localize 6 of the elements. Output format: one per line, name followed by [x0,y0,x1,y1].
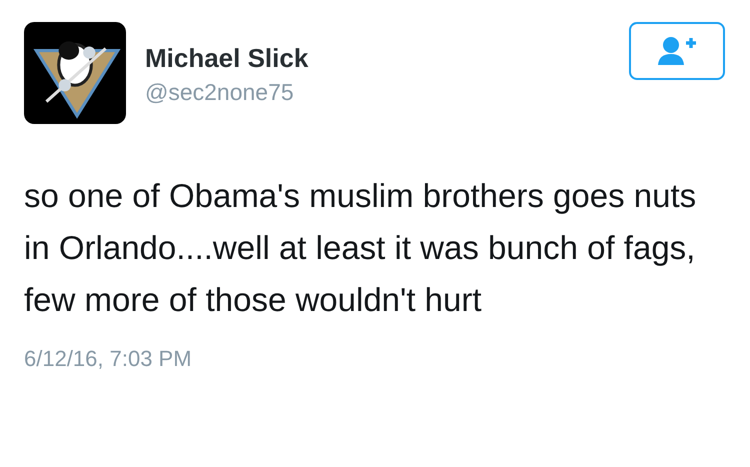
user-name: Michael Slick [145,42,310,74]
follow-button[interactable] [629,22,725,80]
tweet-timestamp: 6/12/16, 7:03 PM [24,346,192,372]
add-person-icon [657,35,697,67]
tweet-text: so one of Obama's muslim brothers goes nuts in Orlando....well at least it was bunch of fags, few more of those wouldn't hurt [24,176,698,320]
user-handle: @sec2none75 [145,78,295,107]
